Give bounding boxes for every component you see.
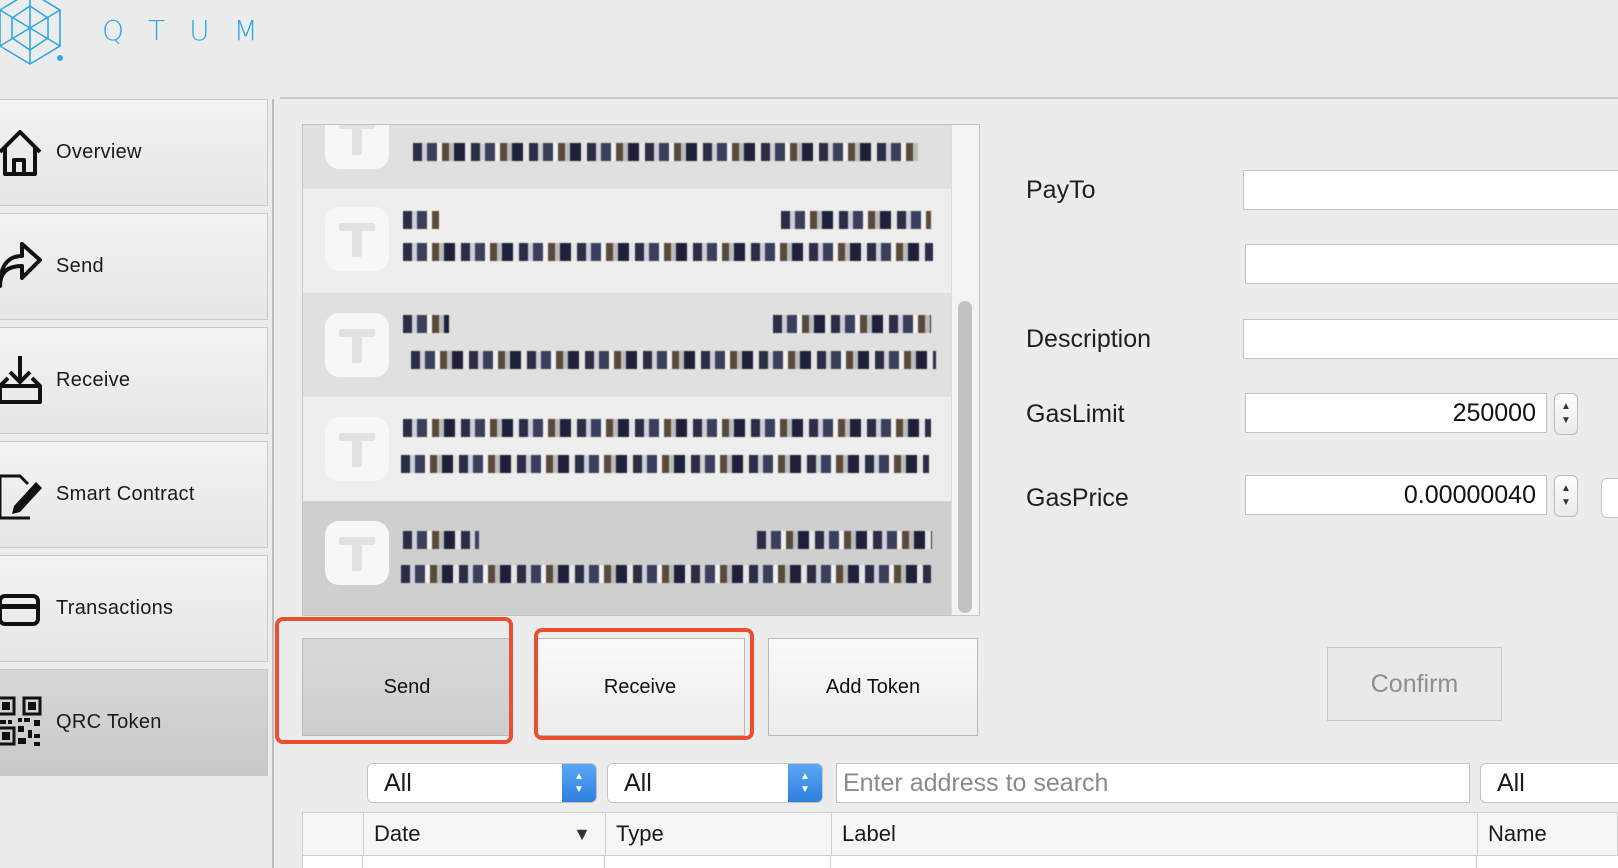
redacted-token-text xyxy=(401,455,929,473)
column-header-label: Date xyxy=(374,821,421,846)
column-separator xyxy=(1476,856,1477,868)
gasprice-unit-select[interactable] xyxy=(1601,478,1618,518)
home-icon xyxy=(0,129,42,176)
redacted-token-text xyxy=(411,351,936,369)
transactions-table-header: Date ▼ Type Label Name xyxy=(302,812,1618,856)
name-filter-value: All xyxy=(1497,768,1525,797)
gaslimit-label: GasLimit xyxy=(1026,400,1125,428)
redacted-token-text xyxy=(403,531,479,549)
token-list-scrollbar[interactable] xyxy=(951,125,979,615)
sidebar-item-label: Smart Contract xyxy=(56,483,195,505)
sort-descending-icon[interactable]: ▼ xyxy=(573,824,591,845)
token-row[interactable] xyxy=(303,189,951,293)
token-list[interactable] xyxy=(302,124,980,616)
type-filter-select[interactable]: All ▲ ▼ xyxy=(607,763,823,803)
description-input[interactable] xyxy=(1243,319,1618,359)
qtum-logo-icon xyxy=(0,0,63,65)
column-header-status[interactable] xyxy=(303,813,363,855)
table-row[interactable] xyxy=(302,856,1618,868)
redacted-token-text xyxy=(403,315,449,333)
name-filter-select[interactable]: All xyxy=(1480,763,1618,803)
column-header-type[interactable]: Type xyxy=(605,813,831,855)
token-row-selected[interactable] xyxy=(303,501,951,615)
qtum-token-icon xyxy=(325,125,389,169)
column-header-date[interactable]: Date ▼ xyxy=(363,813,605,855)
header-divider xyxy=(280,97,1618,99)
stepper-down-icon[interactable]: ▼ xyxy=(1561,414,1571,428)
qtum-token-icon xyxy=(325,313,389,377)
amount-input[interactable] xyxy=(1245,244,1618,284)
date-filter-select[interactable]: All ▲ ▼ xyxy=(367,763,597,803)
column-header-label: Name xyxy=(1488,821,1547,846)
sidebar-item-label: Receive xyxy=(56,369,131,391)
redacted-token-text xyxy=(773,315,931,333)
select-arrows-icon[interactable]: ▲ ▼ xyxy=(788,764,822,802)
date-filter-value: All xyxy=(384,768,412,797)
redacted-token-text xyxy=(413,143,918,161)
contract-pen-icon xyxy=(0,474,42,519)
column-header-label: Type xyxy=(616,821,664,846)
stepper-up-icon[interactable]: ▲ xyxy=(1561,482,1571,496)
sidebar-divider xyxy=(272,99,274,868)
stepper-down-icon[interactable]: ▼ xyxy=(1561,496,1571,510)
receive-button[interactable]: Receive xyxy=(535,638,745,736)
sidebar-item-smart-contract[interactable]: Smart Contract xyxy=(0,441,268,548)
type-filter-value: All xyxy=(624,768,652,797)
column-separator xyxy=(604,856,605,868)
app-title: QTUM xyxy=(102,14,282,47)
stepper-up-icon[interactable]: ▲ xyxy=(1561,400,1571,414)
receive-tray-icon xyxy=(0,355,42,404)
gaslimit-input[interactable] xyxy=(1245,393,1547,433)
scrollbar-thumb[interactable] xyxy=(958,301,972,613)
send-arrow-icon xyxy=(0,241,42,288)
sidebar-item-label: QRC Token xyxy=(56,711,162,733)
token-row[interactable] xyxy=(303,125,951,189)
send-button[interactable]: Send xyxy=(302,638,512,736)
select-arrows-icon[interactable]: ▲ ▼ xyxy=(562,764,596,802)
gasprice-label: GasPrice xyxy=(1026,484,1129,512)
sidebar-item-receive[interactable]: Receive xyxy=(0,327,268,434)
redacted-token-text xyxy=(401,565,931,583)
sidebar-item-label: Overview xyxy=(56,141,142,163)
redacted-token-text xyxy=(757,531,932,549)
token-row[interactable] xyxy=(303,397,951,501)
column-separator xyxy=(362,856,363,868)
token-row[interactable] xyxy=(303,293,951,397)
column-header-name[interactable]: Name xyxy=(1477,813,1618,855)
qr-code-icon xyxy=(0,696,42,746)
sidebar-item-transactions[interactable]: Transactions xyxy=(0,555,268,662)
qtum-token-icon xyxy=(325,207,389,271)
add-token-button[interactable]: Add Token xyxy=(768,638,978,736)
redacted-token-text xyxy=(403,243,933,261)
description-label: Description xyxy=(1026,325,1152,353)
qtum-token-icon xyxy=(325,417,389,481)
sidebar-item-overview[interactable]: Overview xyxy=(0,99,268,206)
payto-label: PayTo xyxy=(1026,176,1096,204)
redacted-token-text xyxy=(403,419,931,437)
payto-input[interactable] xyxy=(1243,170,1618,210)
sidebar-item-label: Transactions xyxy=(56,597,174,619)
sidebar-item-label: Send xyxy=(56,255,104,277)
column-header-label-text: Label xyxy=(842,821,896,846)
column-header-label[interactable]: Label xyxy=(831,813,1477,855)
redacted-token-text xyxy=(781,211,931,229)
gaslimit-stepper[interactable]: ▲ ▼ xyxy=(1554,393,1578,435)
address-search-input[interactable] xyxy=(836,763,1470,803)
card-icon xyxy=(0,593,40,626)
column-separator xyxy=(830,856,831,868)
confirm-button[interactable]: Confirm xyxy=(1327,647,1502,721)
gasprice-input[interactable] xyxy=(1245,475,1547,515)
gasprice-stepper[interactable]: ▲ ▼ xyxy=(1554,475,1578,517)
qtum-token-icon xyxy=(325,521,389,585)
sidebar: Overview Send Receive Smart Contract Tra… xyxy=(0,99,268,779)
sidebar-item-send[interactable]: Send xyxy=(0,213,268,320)
redacted-token-text xyxy=(403,211,439,229)
sidebar-item-qrc-token[interactable]: QRC Token xyxy=(0,669,268,776)
